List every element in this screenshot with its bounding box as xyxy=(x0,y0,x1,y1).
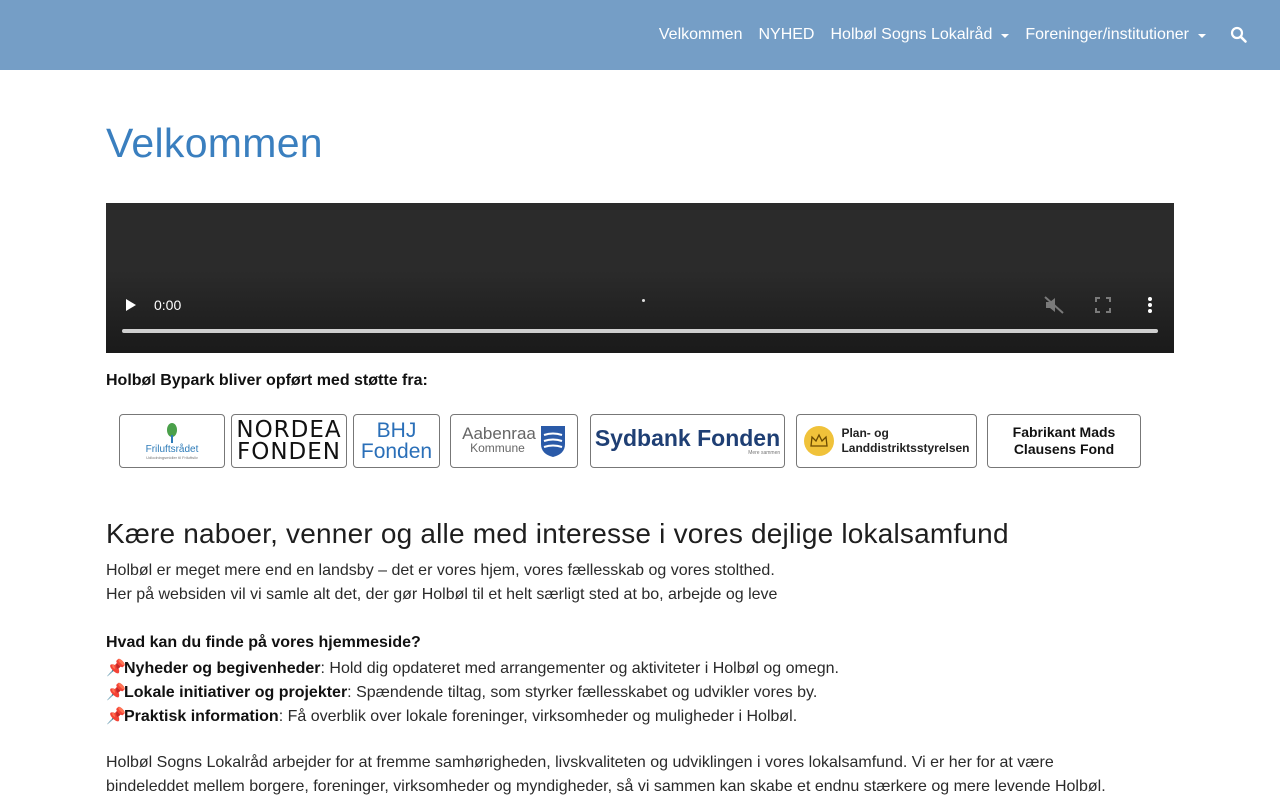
logo-text: Landdistriktsstyrelsen xyxy=(841,441,970,455)
pushpin-icon: 📌 xyxy=(106,660,126,677)
intro-line-2: Her på websiden vil vi samle alt det, de… xyxy=(106,586,778,603)
nav-item-label: Velkommen xyxy=(658,26,743,43)
caret-down-icon xyxy=(1198,34,1206,38)
video-time: 0:00 xyxy=(154,297,182,313)
caret-down-icon xyxy=(1001,34,1010,38)
aabenraa-kommune-logo: Aabenraa Kommune xyxy=(450,414,578,468)
outro-line-2: bindeleddet mellem borgere, foreninger, … xyxy=(106,778,1106,795)
logo-text: Kommune xyxy=(470,441,525,455)
play-icon[interactable] xyxy=(126,299,136,311)
logo-text: NORDEA xyxy=(236,417,342,443)
outro-line-1: Holbøl Sogns Lokalråd arbejder for at fr… xyxy=(106,754,1054,771)
nav-item-nyhed[interactable]: NYHED xyxy=(750,26,822,44)
nordea-fonden-logo: NORDEA FONDEN xyxy=(231,414,347,468)
logo-text: Aabenraa xyxy=(462,424,536,443)
support-text: Holbøl Bypark bliver opført med støtte f… xyxy=(106,372,428,389)
video-progress-bar[interactable] xyxy=(122,329,1158,333)
shield-icon xyxy=(540,426,565,457)
logo-text: Fabrikant Mads xyxy=(1012,424,1116,440)
logo-text: Sydbank Fonden xyxy=(594,425,781,451)
list-item-title: Lokale initiativer og projekter xyxy=(124,684,348,701)
intro-line-1: Holbøl er meget mere end en landsby – de… xyxy=(106,562,775,579)
list-item-title: Praktisk information xyxy=(124,708,279,725)
logo-text: Fonden xyxy=(360,440,433,463)
search-icon[interactable] xyxy=(1230,26,1248,44)
section-heading: Kære naboer, venner og alle med interess… xyxy=(106,518,1009,549)
pushpin-icon: 📌 xyxy=(106,708,126,725)
video-center-indicator xyxy=(642,299,645,302)
nav-item-label: NYHED xyxy=(758,26,815,43)
crown-icon xyxy=(804,426,835,456)
list-item-text: : Spændende tiltag, som styrker fællessk… xyxy=(347,684,818,701)
bhj-fonden-logo: BHJ Fonden xyxy=(353,414,440,468)
list-item-text: : Få overblik over lokale foreninger, vi… xyxy=(278,708,798,725)
logo-text: FONDEN xyxy=(237,439,341,465)
list-item-title: Nyheder og begivenheder xyxy=(124,660,321,677)
nav-menu: Velkommen NYHED Holbøl Sogns Lokalråd Fo… xyxy=(651,0,1214,70)
video-player[interactable]: 0:00 xyxy=(106,203,1174,353)
more-icon[interactable] xyxy=(1142,295,1158,315)
logo-text: Friluftsrådet xyxy=(145,443,199,455)
friluftsraadet-logo: Friluftsrådet Udlodningsmidler til Frilu… xyxy=(119,414,225,468)
mute-icon[interactable] xyxy=(1044,296,1064,314)
fullscreen-icon[interactable] xyxy=(1094,296,1112,314)
list-item: 📌Nyheder og begivenheder: Hold dig opdat… xyxy=(106,658,839,678)
logo-text: Clausens Fond xyxy=(1013,441,1115,457)
question-heading: Hvad kan du finde på vores hjemmeside? xyxy=(106,634,421,651)
logo-text: Plan- og xyxy=(841,426,889,440)
nav-item-label: Foreninger/institutioner xyxy=(1025,26,1189,43)
logo-subtext: Mere sammen xyxy=(748,450,781,456)
list-item: 📌Praktisk information: Få overblik over … xyxy=(106,706,797,726)
mads-clausens-fond-logo: Fabrikant Mads Clausens Fond xyxy=(987,414,1141,468)
logo-text: BHJ xyxy=(376,419,417,442)
list-item: 📌Lokale initiativer og projekter: Spænde… xyxy=(106,682,817,702)
list-item-text: : Hold dig opdateret med arrangementer o… xyxy=(320,660,840,677)
nav-item-foreninger[interactable]: Foreninger/institutioner xyxy=(1017,26,1214,44)
page-title: Velkommen xyxy=(106,120,323,166)
nav-item-lokalraad[interactable]: Holbøl Sogns Lokalråd xyxy=(822,26,1017,44)
nav-item-velkommen[interactable]: Velkommen xyxy=(651,26,751,44)
logo-subtext: Udlodningsmidler til Friluftsliv xyxy=(146,454,198,460)
plan-landdistriktsstyrelsen-logo: Plan- og Landdistriktsstyrelsen xyxy=(796,414,977,468)
pushpin-icon: 📌 xyxy=(106,684,126,701)
tree-icon xyxy=(166,422,177,443)
nav-item-label: Holbøl Sogns Lokalråd xyxy=(830,26,993,43)
navbar: Velkommen NYHED Holbøl Sogns Lokalråd Fo… xyxy=(0,0,1280,70)
sydbank-fonden-logo: Sydbank Fonden Mere sammen xyxy=(590,414,785,468)
